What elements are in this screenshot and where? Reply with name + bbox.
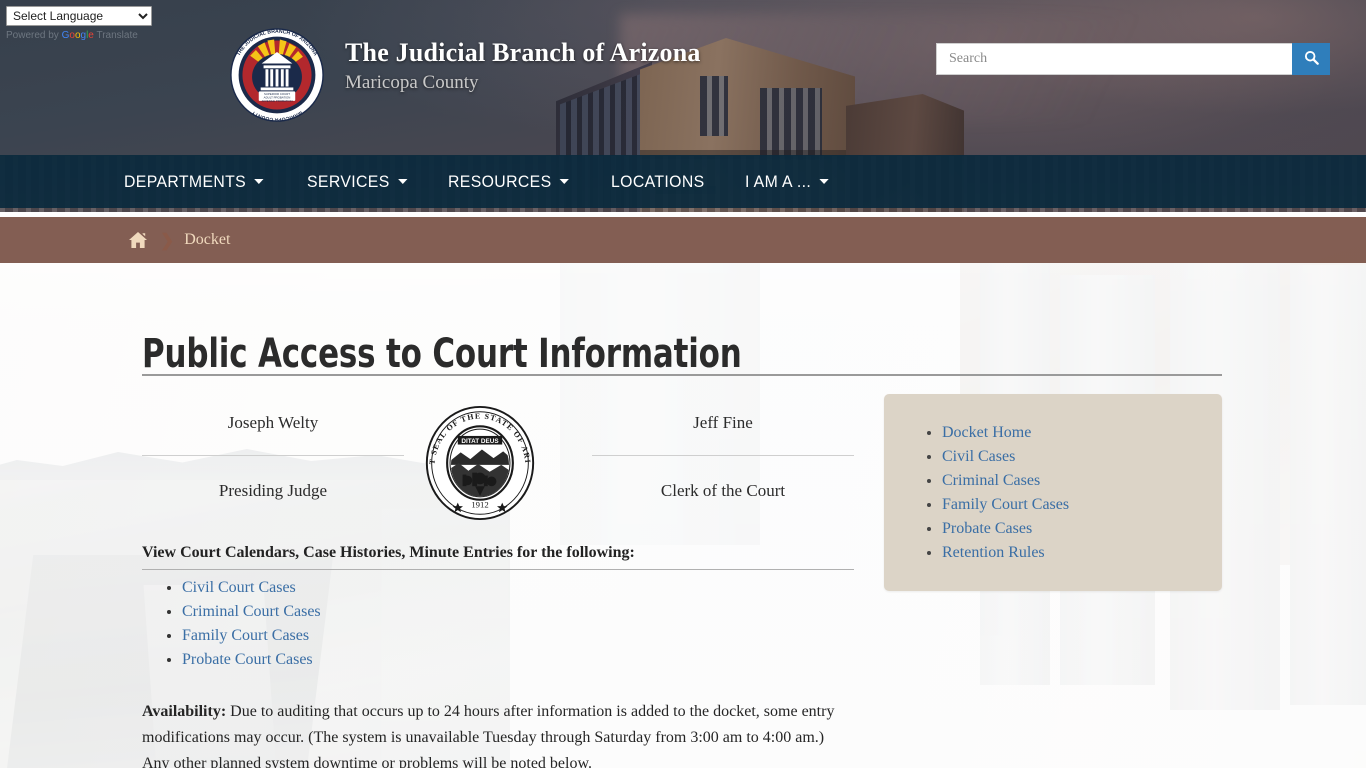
- list-item: Probate Court Cases: [182, 648, 854, 672]
- judicial-branch-seal-logo[interactable]: SUPERIOR COURT ADULT PROBATION JUVENILE …: [229, 27, 325, 123]
- seal-motto-text: DITAT DEUS: [461, 438, 498, 445]
- list-item: Docket Home: [942, 421, 1222, 445]
- sidebar-link[interactable]: Criminal Cases: [942, 472, 1040, 489]
- main-content: Public Access to Court Information Josep…: [0, 263, 1366, 768]
- docket-sidebar-box: Docket Home Civil Cases Criminal Cases Fami…: [884, 394, 1222, 591]
- home-icon[interactable]: [128, 231, 148, 249]
- search-input[interactable]: [936, 43, 1292, 75]
- case-type-link[interactable]: Family Court Cases: [182, 627, 309, 644]
- case-type-link[interactable]: Civil Court Cases: [182, 579, 296, 596]
- site-brand: The Judicial Branch of Arizona Maricopa …: [345, 38, 701, 96]
- site-header: Select LanguageSpanishFrenchGermanChines…: [0, 0, 1366, 212]
- select-language-dropdown[interactable]: Select LanguageSpanishFrenchGermanChines…: [6, 6, 152, 26]
- main-navigation: DEPARTMENTS SERVICES RESOURCES LOCATIONS I A…: [0, 155, 1366, 208]
- case-type-link[interactable]: Criminal Court Cases: [182, 603, 321, 620]
- chevron-down-icon: [398, 179, 408, 184]
- powered-by-text: Powered by: [6, 30, 59, 41]
- nav-item-i-am-a[interactable]: I AM A ...: [745, 172, 829, 192]
- official-right: Jeff Fine Clerk of the Court: [592, 413, 854, 501]
- list-item: Family Court Cases: [182, 624, 854, 648]
- list-item: Civil Cases: [942, 445, 1222, 469]
- sidebar-link[interactable]: Docket Home: [942, 424, 1031, 441]
- google-translate-widget[interactable]: Select LanguageSpanishFrenchGermanChines…: [6, 6, 152, 41]
- nav-item-label: DEPARTMENTS: [124, 171, 247, 191]
- list-item: Criminal Court Cases: [182, 600, 854, 624]
- section-heading: View Court Calendars, Case Histories, Mi…: [142, 544, 854, 570]
- nav-item-departments[interactable]: DEPARTMENTS: [124, 172, 264, 192]
- breadcrumb-current-page[interactable]: Docket: [184, 231, 230, 249]
- clerk-of-court-role: Clerk of the Court: [660, 481, 786, 500]
- availability-label: Availability:: [142, 703, 227, 720]
- chevron-down-icon: [560, 179, 570, 184]
- page-title: Public Access to Court Information: [142, 330, 742, 377]
- breadcrumb: ❯ Docket: [0, 217, 1366, 263]
- list-item: Civil Court Cases: [182, 576, 854, 600]
- page-title-divider: [142, 374, 1222, 376]
- page-root: Select LanguageSpanishFrenchGermanChines…: [0, 0, 1366, 768]
- site-subtitle: Maricopa County: [345, 72, 479, 93]
- clerk-of-court-name: Jeff Fine: [592, 413, 854, 456]
- nav-item-resources[interactable]: RESOURCES: [448, 171, 570, 192]
- powered-by-google-translate: Powered by Google Translate: [6, 30, 152, 41]
- list-item: Criminal Cases: [942, 469, 1222, 493]
- case-type-link[interactable]: Probate Court Cases: [182, 651, 313, 668]
- nav-item-label: LOCATIONS: [611, 171, 706, 191]
- case-type-link-list: Civil Court Cases Criminal Court Cases Fam…: [142, 576, 854, 672]
- nav-item-label: RESOURCES: [448, 171, 552, 191]
- official-left: Joseph Welty Presiding Judge: [142, 413, 404, 501]
- sidebar-link[interactable]: Probate Cases: [942, 520, 1032, 537]
- sidebar-link[interactable]: Family Court Cases: [942, 496, 1069, 513]
- docket-sidebar-link-list: Docket Home Civil Cases Criminal Cases Fami…: [884, 394, 1222, 565]
- search-icon: [1304, 50, 1319, 68]
- translate-text: Translate: [96, 30, 138, 41]
- nav-item-services[interactable]: SERVICES: [307, 171, 408, 192]
- sidebar-link[interactable]: Civil Cases: [942, 448, 1015, 465]
- nav-item-label: I AM A ...: [745, 171, 812, 191]
- svg-text:JUVENILE PROBATION: JUVENILE PROBATION: [261, 99, 292, 103]
- search-submit-button[interactable]: [1292, 43, 1330, 75]
- availability-text: Due to auditing that occurs up to 24 hou…: [142, 703, 835, 768]
- site-search[interactable]: [936, 43, 1330, 75]
- google-logo-text: Google: [61, 30, 94, 41]
- chevron-down-icon: [819, 179, 829, 184]
- chevron-down-icon: [254, 179, 264, 184]
- header-building-window-a: [700, 76, 728, 136]
- sidebar-link[interactable]: Retention Rules: [942, 544, 1045, 561]
- availability-notice: Availability: Due to auditing that occur…: [142, 699, 842, 768]
- presiding-judge-role: Presiding Judge: [218, 481, 328, 500]
- arizona-state-seal-icon: DITAT DEUS 1912 T SEAL OF THE STATE OF A…: [418, 398, 538, 521]
- breadcrumb-separator-icon: ❯: [160, 230, 175, 250]
- nav-item-locations[interactable]: LOCATIONS: [611, 172, 705, 192]
- site-title: The Judicial Branch of Arizona: [345, 38, 701, 67]
- list-item: Family Court Cases: [942, 493, 1222, 517]
- presiding-judge-name: Joseph Welty: [142, 413, 404, 456]
- nav-item-label: SERVICES: [307, 171, 390, 191]
- list-item: Retention Rules: [942, 541, 1222, 565]
- seal-year-text: 1912: [471, 499, 488, 509]
- list-item: Probate Cases: [942, 517, 1222, 541]
